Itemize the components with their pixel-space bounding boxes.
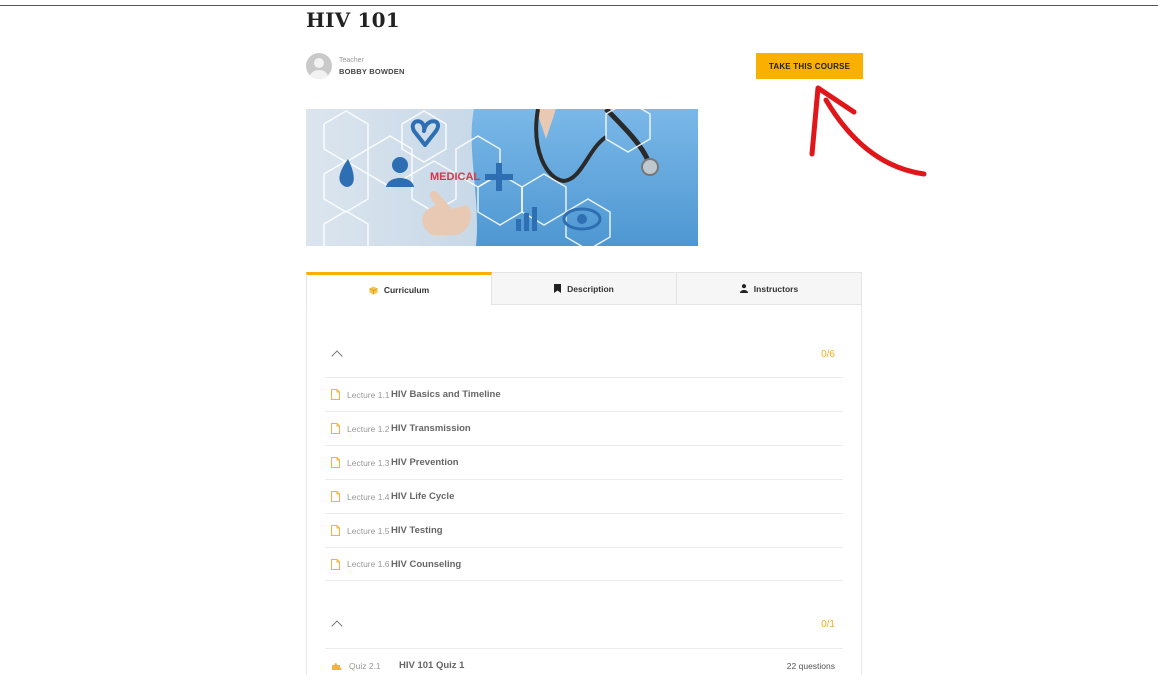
course-title: HIV 101 [306, 8, 400, 32]
top-divider [0, 5, 1158, 6]
cube-icon [369, 285, 378, 295]
lecture-row[interactable]: Lecture 1.4 HIV Life Cycle [325, 479, 843, 513]
document-icon [331, 423, 340, 434]
quiz-row[interactable]: Quiz 2.1 HIV 101 Quiz 1 22 questions [325, 648, 843, 675]
puzzle-icon [331, 661, 342, 671]
quiz-question-count: 22 questions [786, 660, 835, 671]
tab-description[interactable]: Description [492, 272, 677, 305]
teacher-role-label: Teacher [339, 57, 364, 64]
lecture-title: HIV Counseling [391, 558, 462, 570]
tab-curriculum[interactable]: Curriculum [306, 272, 492, 305]
lecture-number: Lecture 1.5 [347, 525, 390, 536]
section-header[interactable]: 0/1 [325, 614, 843, 634]
lecture-row[interactable]: Lecture 1.5 HIV Testing [325, 513, 843, 547]
document-icon [331, 389, 340, 400]
lecture-number: Lecture 1.3 [347, 457, 390, 468]
lecture-row[interactable]: Lecture 1.3 HIV Prevention [325, 445, 843, 479]
take-course-button[interactable]: TAKE THIS COURSE [756, 53, 863, 79]
lecture-number: Lecture 1.1 [347, 389, 390, 400]
lecture-title: HIV Testing [391, 525, 443, 536]
lecture-title: HIV Transmission [391, 423, 471, 434]
lecture-title: HIV Basics and Timeline [391, 389, 501, 400]
bookmark-icon [554, 284, 562, 293]
lecture-row[interactable]: Lecture 1.6 HIV Counseling [325, 547, 843, 581]
annotation-arrow-icon [809, 85, 927, 177]
section-progress: 0/6 [821, 348, 835, 360]
chevron-up-icon[interactable] [331, 350, 343, 362]
lecture-title: HIV Life Cycle [391, 491, 455, 502]
lecture-row[interactable]: Lecture 1.2 HIV Transmission [325, 411, 843, 445]
document-icon [331, 457, 340, 468]
document-icon [331, 525, 340, 536]
lecture-row[interactable]: Lecture 1.1 HIV Basics and Timeline [325, 377, 843, 411]
section-header[interactable]: 0/6 [325, 344, 843, 364]
tab-instructors[interactable]: Instructors [677, 272, 862, 305]
document-icon [331, 558, 340, 570]
chevron-up-icon[interactable] [331, 620, 343, 632]
teacher-name-link[interactable]: BOBBY BOWDEN [339, 66, 405, 77]
teacher-info: Teacher BOBBY BOWDEN [306, 53, 405, 79]
course-hero-image: MEDICAL [306, 109, 698, 246]
lecture-number: Lecture 1.6 [347, 559, 390, 569]
tab-description-label: Description [567, 283, 614, 294]
user-icon [739, 284, 748, 293]
quiz-title: HIV 101 Quiz 1 [399, 660, 465, 671]
tab-instructors-label: Instructors [753, 283, 799, 294]
lecture-number: Lecture 1.4 [347, 491, 390, 502]
lecture-number: Lecture 1.2 [347, 423, 390, 434]
quiz-number: Quiz 2.1 [349, 660, 381, 671]
hero-medical-text: MEDICAL [430, 171, 480, 183]
tab-curriculum-label: Curriculum [383, 285, 430, 295]
document-icon [331, 491, 340, 502]
avatar[interactable] [306, 53, 332, 79]
lecture-title: HIV Prevention [391, 457, 459, 468]
section-progress: 0/1 [821, 618, 835, 630]
course-tabs: Curriculum Description Instructors [306, 272, 862, 305]
